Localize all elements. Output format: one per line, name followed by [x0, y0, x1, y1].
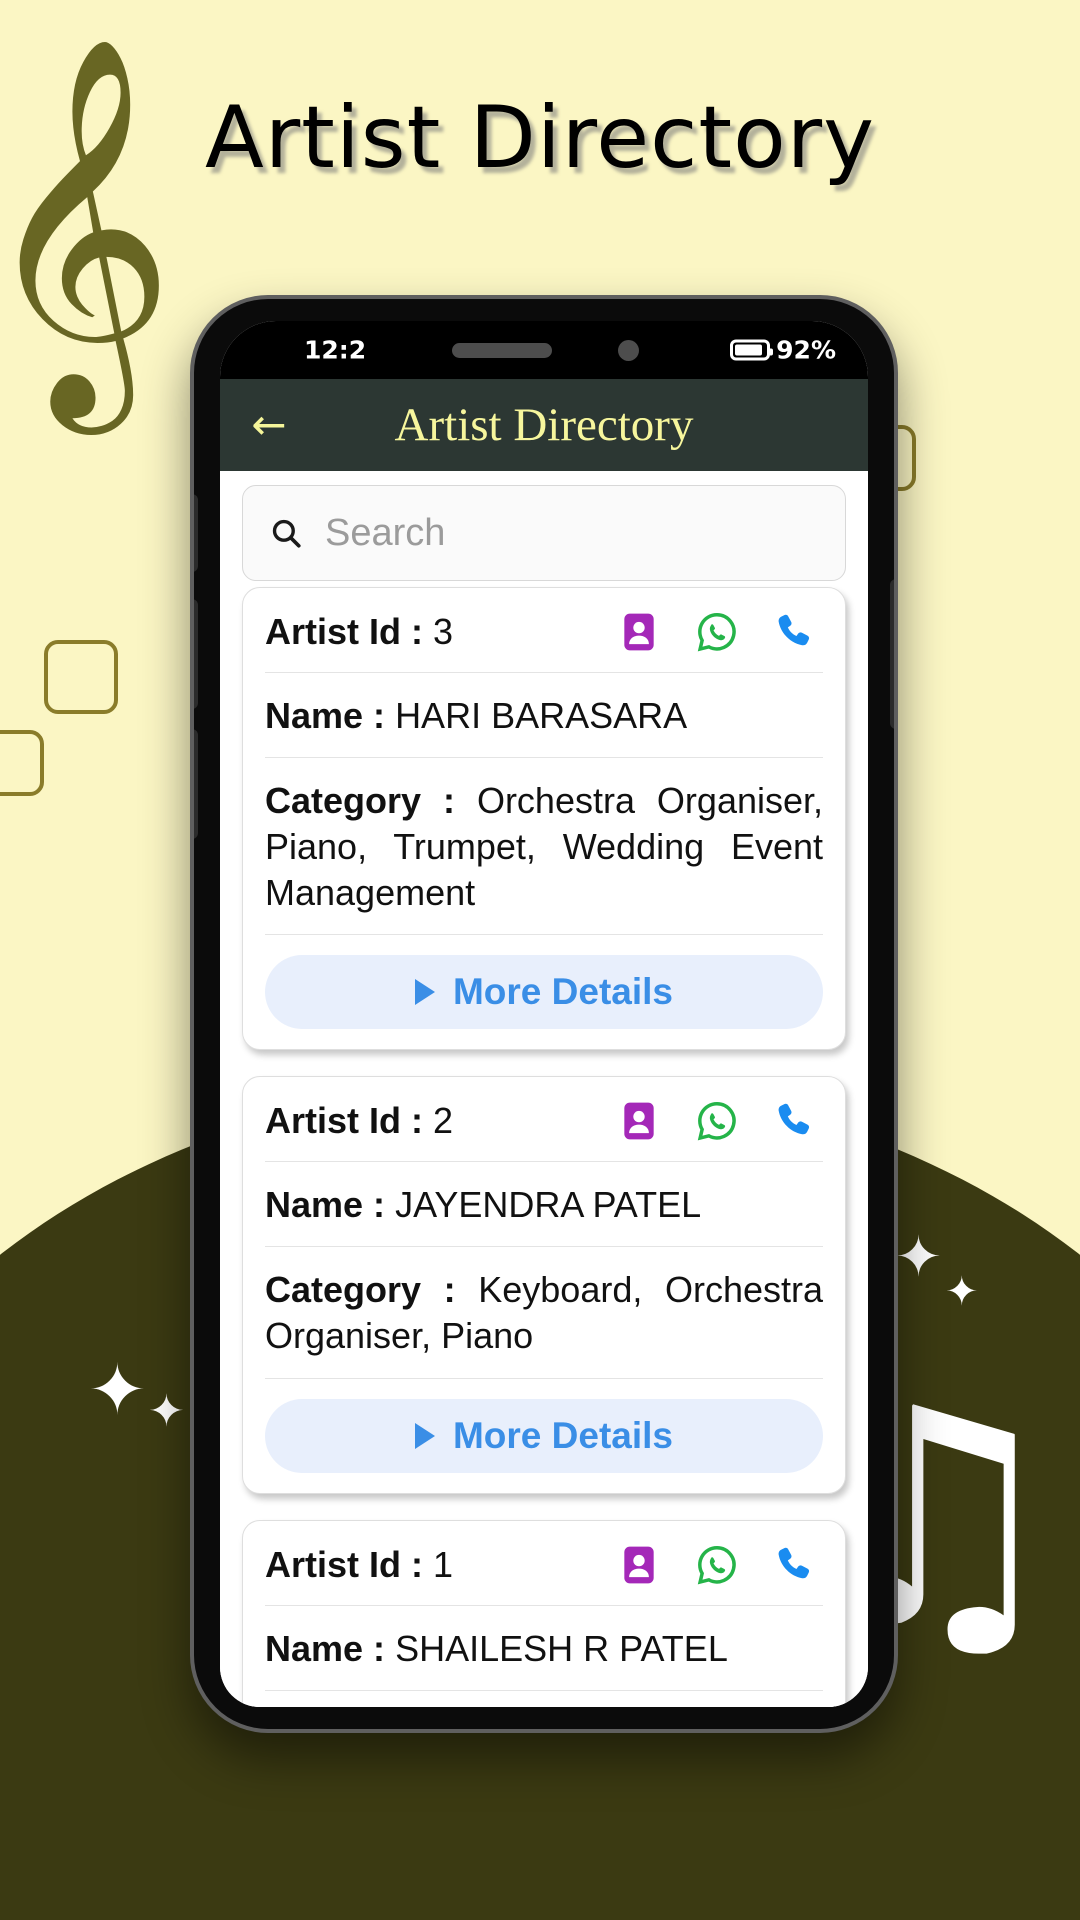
- status-bar-right: 92%: [730, 336, 836, 365]
- artist-card-header: Artist Id : 1: [265, 1521, 823, 1606]
- phone-button-volume-down: [194, 729, 198, 839]
- decorative-square: [44, 640, 118, 714]
- status-bar: 12:2 92%: [220, 321, 868, 379]
- sparkle-icon: ✦: [945, 1269, 979, 1315]
- contact-card-icon[interactable]: [617, 1099, 661, 1143]
- artist-id-value: 2: [433, 1100, 454, 1142]
- search-section: Search: [220, 471, 868, 587]
- whatsapp-icon[interactable]: [695, 1543, 739, 1587]
- artist-category-label: Category :: [265, 1269, 456, 1311]
- artist-card[interactable]: Artist Id : 2 Name: JAYENDRA PATEL Cate…: [242, 1076, 846, 1494]
- artist-card-header: Artist Id : 2: [265, 1077, 823, 1163]
- more-details-label: More Details: [452, 971, 673, 1013]
- app-bar: ← Artist Directory: [220, 379, 868, 471]
- artist-id-value: 3: [433, 611, 454, 652]
- battery-percent: 92%: [776, 335, 836, 365]
- action-icons: [617, 610, 823, 654]
- artist-name: Name : JAYENDRA PATEL: [265, 1162, 823, 1248]
- phone-screen: 12:2 92% ← Artist Directory Search Artis…: [220, 321, 868, 1707]
- play-triangle-icon: [414, 1422, 435, 1449]
- speaker-grille: [452, 343, 552, 358]
- sparkle-icon: ✦: [148, 1386, 185, 1437]
- action-icons: [617, 1543, 823, 1587]
- more-details-label: More Details: [452, 1414, 673, 1456]
- artist-name-value: JAYENDRA PATEL: [395, 1184, 702, 1226]
- artist-name-label: Name :: [265, 1627, 386, 1669]
- artist-name-value: SHAILESH R PATEL: [395, 1627, 728, 1669]
- artist-category-label: Category :: [265, 780, 455, 822]
- phone-icon[interactable]: [773, 1543, 817, 1587]
- phone-icon[interactable]: [773, 1099, 817, 1143]
- battery-fill: [735, 344, 762, 356]
- artist-card[interactable]: Artist Id : 1 Name: SHAILESH R PATEL: [242, 1519, 846, 1707]
- phone-button-power: [890, 579, 894, 729]
- artist-id-label: Artist Id :: [265, 1543, 423, 1585]
- artist-id-value: 1: [433, 1543, 454, 1585]
- artist-id-label: Artist Id :: [265, 1100, 423, 1142]
- more-details-button[interactable]: More Details: [265, 955, 823, 1030]
- status-bar-time: 12:2: [304, 335, 367, 365]
- page-title: Artist Directory: [204, 88, 876, 188]
- sparkle-icon: ✦: [88, 1349, 147, 1431]
- whatsapp-icon[interactable]: [695, 610, 739, 654]
- whatsapp-icon[interactable]: [695, 1099, 739, 1143]
- artist-id: Artist Id : 3: [265, 611, 453, 653]
- phone-button-volume-up: [194, 599, 198, 709]
- battery-icon: [730, 339, 774, 361]
- artist-category: Category : Keyboard, Orchestra Organiser…: [265, 1247, 823, 1379]
- app-content: Search Artist Id : 3 Name: HARI BARASAR…: [220, 471, 868, 1707]
- contact-card-icon[interactable]: [617, 610, 661, 654]
- phone-mockup: 12:2 92% ← Artist Directory Search Artis…: [190, 295, 898, 1733]
- artist-name: Name : HARI BARASARA: [265, 673, 823, 759]
- search-input[interactable]: Search: [242, 485, 846, 581]
- phone-icon[interactable]: [773, 610, 817, 654]
- artist-card-header: Artist Id : 3: [265, 588, 823, 673]
- back-arrow-icon[interactable]: ←: [242, 404, 296, 446]
- artist-name: Name : SHAILESH R PATEL: [265, 1606, 823, 1691]
- artist-card[interactable]: Artist Id : 3 Name: HARI BARASARA Categ…: [242, 587, 846, 1051]
- artist-category: Category : Orchestra Organiser, Piano, T…: [265, 758, 823, 936]
- artist-category: Category : Singer: [265, 1691, 823, 1707]
- play-triangle-icon: [414, 979, 435, 1006]
- sparkle-icon: ✦: [895, 1225, 942, 1290]
- artist-id: Artist Id : 2: [265, 1100, 453, 1142]
- app-bar-title: Artist Directory: [394, 399, 694, 451]
- phone-button-mute: [194, 494, 198, 572]
- artist-name-label: Name :: [265, 1184, 386, 1226]
- front-camera-icon: [618, 340, 639, 361]
- search-icon: [272, 519, 301, 548]
- more-details-button[interactable]: More Details: [265, 1398, 823, 1473]
- search-placeholder: Search: [325, 511, 446, 554]
- contact-card-icon[interactable]: [617, 1543, 661, 1587]
- artist-id-label: Artist Id :: [265, 611, 423, 652]
- artist-name-label: Name :: [265, 695, 386, 736]
- action-icons: [617, 1099, 823, 1143]
- artist-name-value: HARI BARASARA: [395, 695, 688, 736]
- decorative-square: [0, 730, 44, 796]
- artist-list: Artist Id : 3 Name: HARI BARASARA Categ…: [220, 587, 868, 1707]
- artist-id: Artist Id : 1: [265, 1544, 453, 1586]
